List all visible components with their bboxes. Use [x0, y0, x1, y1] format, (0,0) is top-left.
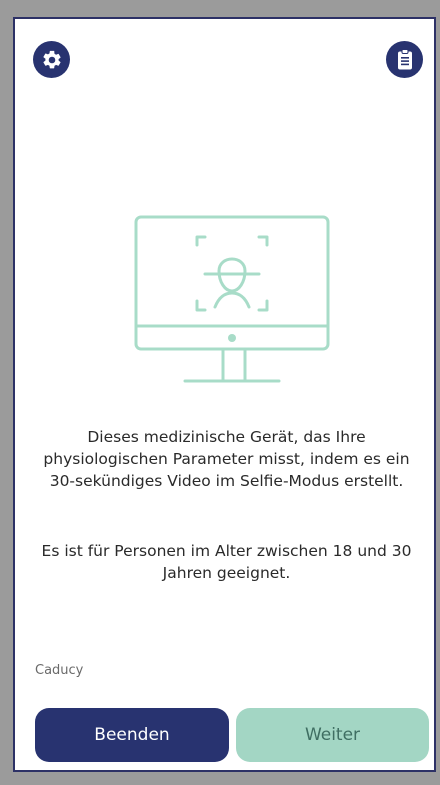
- settings-button[interactable]: [33, 41, 70, 78]
- report-button[interactable]: [386, 41, 423, 78]
- finish-button-label: Beenden: [94, 725, 170, 745]
- next-button[interactable]: Weiter: [236, 708, 429, 762]
- gear-icon: [42, 50, 61, 68]
- brand-label: Caducy: [35, 663, 84, 678]
- finish-button[interactable]: Beenden: [35, 708, 229, 762]
- next-button-label: Weiter: [304, 725, 361, 745]
- description-text: Dieses medizinische Gerät, das Ihre phys…: [43, 428, 410, 490]
- device-frame: Dieses medizinische Gerät, das Ihre phys…: [0, 0, 440, 785]
- app-screen: Dieses medizinische Gerät, das Ihre phys…: [13, 17, 436, 772]
- monitor-face-scan-icon: [134, 215, 330, 383]
- clipboard-icon: [397, 48, 412, 69]
- age-suitability-text: Es ist für Personen im Alter zwischen 18…: [41, 542, 412, 582]
